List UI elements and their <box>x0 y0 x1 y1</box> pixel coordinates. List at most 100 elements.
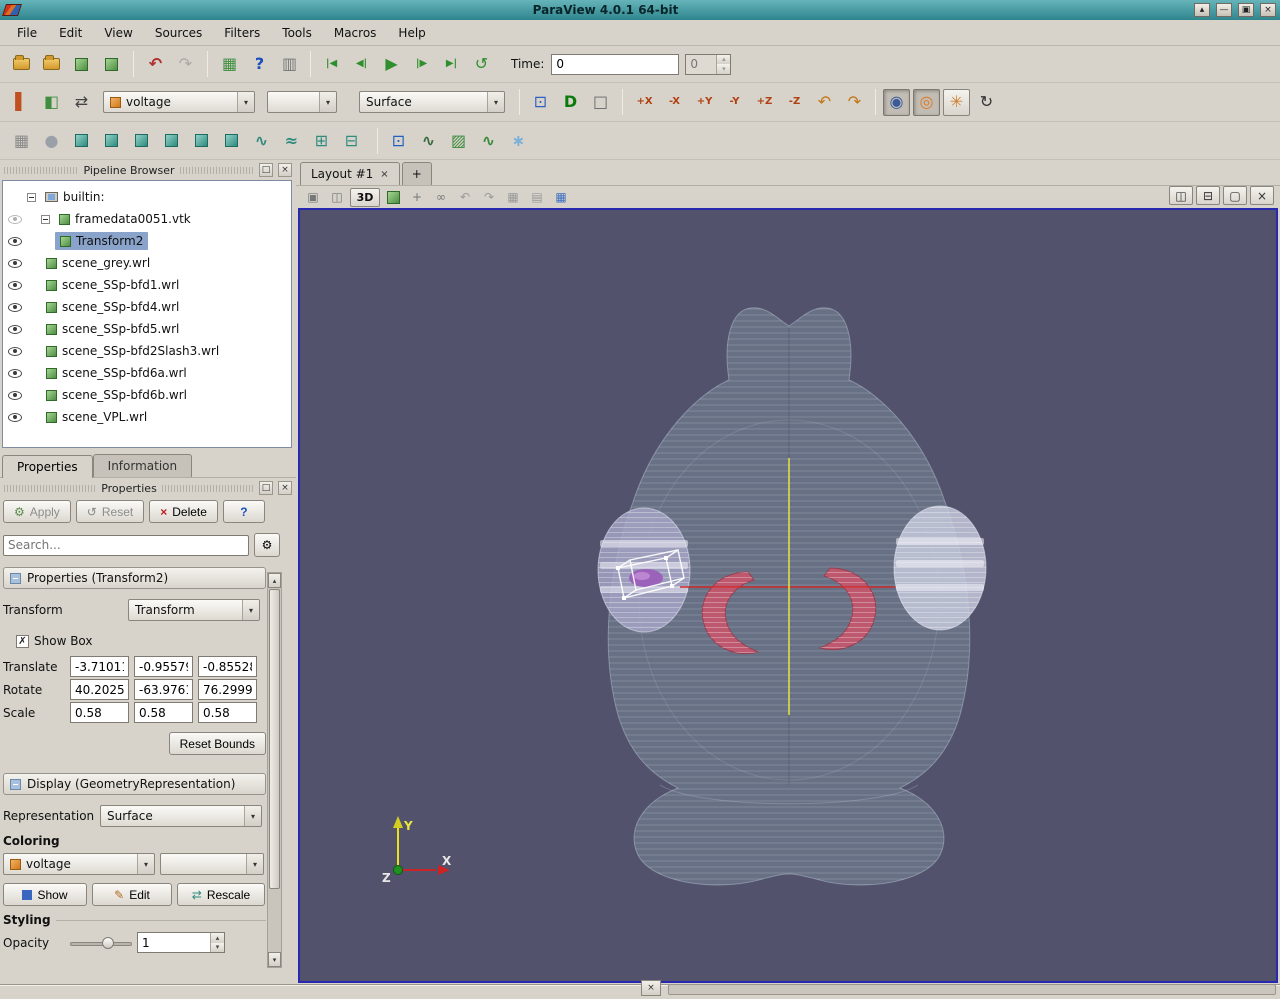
zoom-to-data-icon[interactable]: D <box>557 89 584 116</box>
float-panel-button[interactable]: □ <box>259 163 273 177</box>
collapse-section-icon[interactable] <box>10 779 21 790</box>
search-input[interactable] <box>3 535 249 556</box>
close-view-icon[interactable]: × <box>1250 186 1274 205</box>
split-vertical-icon[interactable]: ⊟ <box>1196 186 1220 205</box>
scrollbar-thumb[interactable] <box>269 589 280 889</box>
visibility-eye-icon[interactable] <box>8 369 22 378</box>
disconnect-server-icon[interactable] <box>98 51 125 78</box>
opacity-slider-handle[interactable] <box>102 937 114 949</box>
show-box-checkbox[interactable]: ✗ <box>16 635 29 648</box>
undo-camera-icon[interactable]: ↶ <box>454 188 476 207</box>
time-input[interactable] <box>551 54 679 75</box>
scroll-up-icon[interactable]: ▴ <box>268 573 281 588</box>
dock-handle[interactable] <box>4 485 96 492</box>
frame-spinbox[interactable]: ▴ ▾ <box>685 54 731 75</box>
redo-camera-icon[interactable]: ↷ <box>478 188 500 207</box>
zoom-to-box-icon[interactable]: □ <box>587 89 614 116</box>
maximize-window-icon[interactable]: ▣ <box>1238 3 1254 17</box>
float-panel-button[interactable]: □ <box>259 481 273 495</box>
loop-icon[interactable]: ↺ <box>468 51 495 78</box>
opacity-spinbox[interactable]: ▴ ▾ <box>137 932 225 953</box>
slice-icon[interactable] <box>128 127 155 154</box>
view-3d-button[interactable]: 3D <box>350 188 380 207</box>
coloring-component-combo[interactable]: ▾ <box>160 853 264 875</box>
set-view-minus-y-icon[interactable]: -Y <box>721 89 748 116</box>
menu-tools[interactable]: Tools <box>273 23 321 43</box>
color-array-combo[interactable]: voltage ▾ <box>103 91 255 113</box>
plot-over-time-icon[interactable]: ∿ <box>415 127 442 154</box>
scroll-down-icon[interactable]: ▾ <box>268 952 281 967</box>
show-scalar-bar-button[interactable]: Show <box>3 883 87 906</box>
stream-tracer-icon[interactable]: ∿ <box>248 127 275 154</box>
translate-y-field[interactable] <box>134 656 193 677</box>
close-panel-button[interactable]: × <box>278 163 292 177</box>
tree-expander-icon[interactable] <box>27 193 36 202</box>
menu-edit[interactable]: Edit <box>50 23 91 43</box>
menu-file[interactable]: File <box>8 23 46 43</box>
visibility-eye-icon[interactable] <box>8 281 22 290</box>
select-cells-on-icon[interactable]: ⊡ <box>385 127 412 154</box>
animation-view-icon[interactable]: ▥ <box>276 51 303 78</box>
apply-button[interactable]: ⚙ Apply <box>3 500 71 523</box>
warp-icon[interactable]: ≈ <box>278 127 305 154</box>
next-frame-icon[interactable]: |▶ <box>408 51 435 78</box>
scale-y-field[interactable] <box>134 702 193 723</box>
set-view-plus-z-icon[interactable]: +Z <box>751 89 778 116</box>
last-frame-icon[interactable]: ▶| <box>438 51 465 78</box>
minimize-window-icon[interactable]: — <box>1216 3 1232 17</box>
search-options-button[interactable]: ⚙ <box>254 533 280 557</box>
rotate-y-field[interactable] <box>134 679 193 700</box>
close-panel-button[interactable]: × <box>278 481 292 495</box>
scale-z-field[interactable] <box>198 702 257 723</box>
visibility-eye-icon[interactable] <box>8 259 22 268</box>
pipeline-item-framedata0051-vtk[interactable]: framedata0051.vtk <box>3 208 291 230</box>
maximize-view-icon[interactable]: ▢ <box>1223 186 1247 205</box>
pipeline-item-scene-grey-wrl[interactable]: scene_grey.wrl <box>3 252 291 274</box>
chart-view-icon[interactable]: ▤ <box>526 188 548 207</box>
reset-button[interactable]: ↺ Reset <box>76 500 144 523</box>
representation-combo[interactable]: Surface ▾ <box>359 91 505 113</box>
snowflake-icon[interactable]: ∗ <box>505 127 532 154</box>
capture-screenshot-icon[interactable]: ▣ <box>302 188 324 207</box>
tab-layout-1[interactable]: Layout #1 × <box>300 162 400 185</box>
previous-frame-icon[interactable]: ◀| <box>348 51 375 78</box>
spreadsheet-icon[interactable]: ▦ <box>216 51 243 78</box>
spreadsheet-view-icon[interactable]: ▦ <box>550 188 572 207</box>
section-properties-transform2[interactable]: Properties (Transform2) <box>3 567 266 589</box>
reset-camera-icon[interactable]: ⊡ <box>527 89 554 116</box>
spin-down-icon[interactable]: ▾ <box>211 943 224 953</box>
abort-progress-button[interactable]: × <box>641 980 661 996</box>
pipeline-item-scene-ssp-bfd1-wrl[interactable]: scene_SSp-bfd1.wrl <box>3 274 291 296</box>
orientation-axes-icon[interactable] <box>382 188 404 207</box>
rotate-90-cw-icon[interactable]: ↷ <box>841 89 868 116</box>
rotate-camera-icon[interactable]: ↻ <box>973 89 1000 116</box>
glyph-filter-icon[interactable] <box>218 127 245 154</box>
grid-view-icon[interactable]: ▦ <box>502 188 524 207</box>
close-window-icon[interactable]: × <box>1260 3 1276 17</box>
set-view-minus-z-icon[interactable]: -Z <box>781 89 808 116</box>
rotate-z-field[interactable] <box>198 679 257 700</box>
visibility-eye-icon[interactable] <box>8 303 22 312</box>
toggle-color-legend-icon[interactable]: ▌ <box>8 89 35 116</box>
threshold-icon[interactable] <box>158 127 185 154</box>
help-icon[interactable]: ? <box>246 51 273 78</box>
plot-selection-over-time-icon[interactable]: ∿ <box>475 127 502 154</box>
set-view-plus-y-icon[interactable]: +Y <box>691 89 718 116</box>
adjust-camera-icon[interactable]: ◫ <box>326 188 348 207</box>
spin-up-icon[interactable]: ▴ <box>211 933 224 943</box>
dock-handle[interactable] <box>162 485 254 492</box>
render-viewport[interactable]: Y X Z <box>298 208 1278 983</box>
pipeline-item-scene-ssp-bfd5-wrl[interactable]: scene_SSp-bfd5.wrl <box>3 318 291 340</box>
menu-macros[interactable]: Macros <box>325 23 386 43</box>
reset-center-icon[interactable]: ✳ <box>943 89 970 116</box>
link-camera-icon[interactable]: ∞ <box>430 188 452 207</box>
visibility-eye-icon[interactable] <box>8 413 22 422</box>
sphere-glyph-icon[interactable]: ● <box>38 127 65 154</box>
edit-color-map-button[interactable]: ✎ Edit <box>92 883 172 906</box>
pick-center-icon[interactable]: ◉ <box>883 89 910 116</box>
visibility-eye-icon[interactable] <box>8 215 22 224</box>
edit-color-map-icon[interactable]: ◧ <box>38 89 65 116</box>
reset-bounds-button[interactable]: Reset Bounds <box>169 732 266 755</box>
rescale-to-data-range-icon[interactable]: ⇄ <box>68 89 95 116</box>
extract-subset-icon[interactable] <box>188 127 215 154</box>
